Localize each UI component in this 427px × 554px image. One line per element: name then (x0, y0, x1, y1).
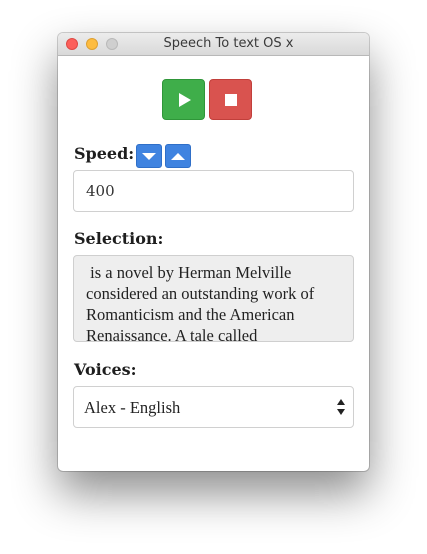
speed-stepper (136, 144, 191, 168)
speed-label: Speed: (74, 144, 135, 163)
chevron-down-icon (142, 152, 156, 160)
speed-input[interactable] (73, 170, 354, 212)
speed-increase-button[interactable] (165, 144, 191, 168)
speed-decrease-button[interactable] (136, 144, 162, 168)
chevron-up-icon (171, 152, 185, 160)
voices-selected-value: Alex - English (84, 398, 181, 417)
stop-icon (224, 93, 237, 106)
playback-controls (162, 79, 252, 120)
selection-text-area[interactable]: is a novel by Herman Melville considered… (73, 255, 354, 342)
stop-button[interactable] (209, 79, 252, 120)
play-icon (179, 92, 191, 107)
voices-label: Voices: (74, 360, 137, 379)
title-bar: Speech To text OS x (58, 33, 369, 56)
window-title: Speech To text OS x (163, 36, 294, 51)
selection-label: Selection: (74, 229, 164, 248)
app-window: Speech To text OS x Speed: Selection: is… (58, 33, 369, 471)
select-arrows-icon (337, 399, 346, 415)
voices-select[interactable]: Alex - English (73, 386, 354, 428)
play-button[interactable] (162, 79, 205, 120)
